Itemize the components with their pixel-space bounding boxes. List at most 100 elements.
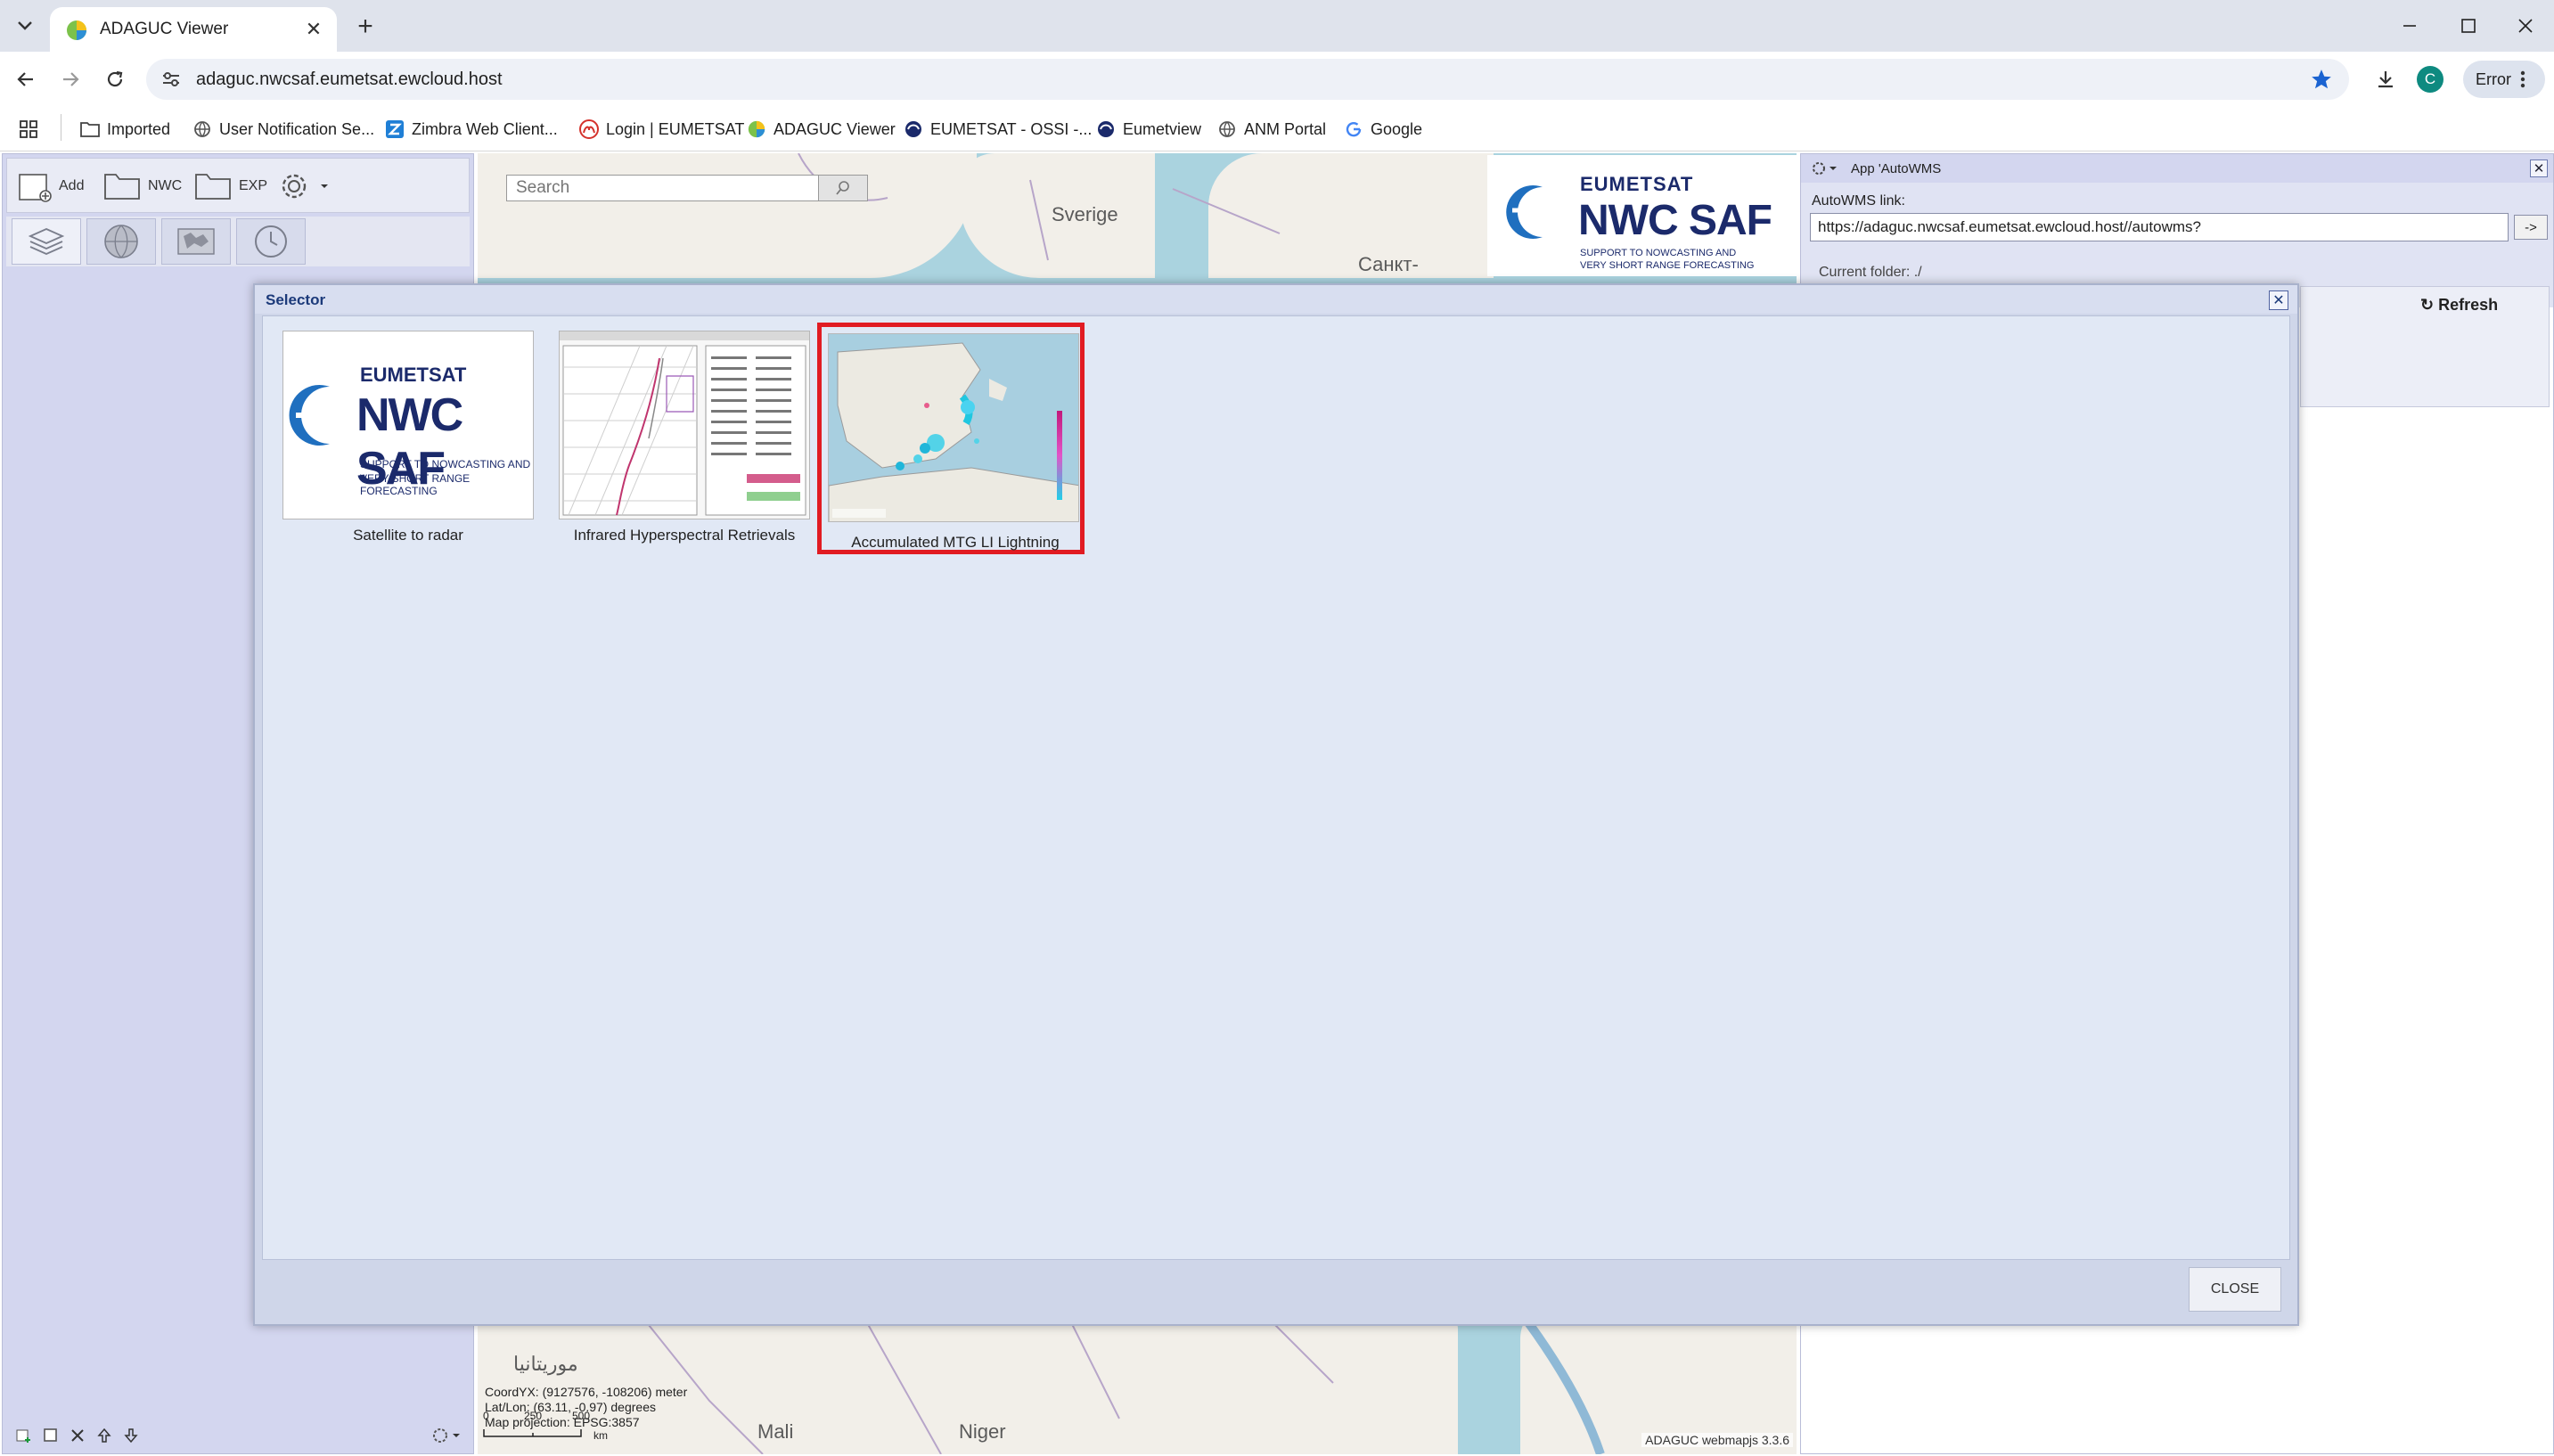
bookmarks-bar: Imported User Notification Se... Zimbra … [0, 107, 2554, 151]
google-icon [1344, 119, 1363, 139]
forward-button[interactable] [53, 62, 87, 96]
downloads-button[interactable] [2369, 62, 2403, 96]
refresh-button[interactable]: ↻ Refresh [2420, 296, 2498, 315]
selector-item-infrared-hyperspectral[interactable]: Infrared Hyperspectral Retrievals [555, 327, 814, 546]
address-bar[interactable]: adaguc.nwcsaf.eumetsat.ewcloud.host [146, 59, 2349, 100]
bookmark-star-icon[interactable] [2310, 68, 2333, 91]
nwcsaf-logo: EUMETSAT NWC SAF SUPPORT TO NOWCASTING A… [1487, 155, 1797, 276]
map-label-mauritania: موريتانيا [513, 1353, 578, 1375]
logo-tagline-2: VERY SHORT RANGE FORECASTING [1580, 260, 1755, 271]
bookmark-anm-portal[interactable]: ANM Portal [1217, 116, 1326, 143]
bookmark-eumetview[interactable]: Eumetview [1096, 116, 1201, 143]
delete-layer-button[interactable] [67, 1425, 88, 1446]
selector-item-caption: Infrared Hyperspectral Retrievals [573, 527, 796, 544]
tab-layers[interactable] [12, 218, 81, 265]
layers-icon [29, 228, 64, 255]
site-settings-icon[interactable] [160, 69, 182, 90]
autowms-link-input[interactable]: https://adaguc.nwcsaf.eumetsat.ewcloud.h… [1810, 213, 2509, 241]
lightning-map-thumbnail [828, 333, 1079, 522]
maximize-button[interactable] [2443, 9, 2493, 43]
map-label-mali: Mali [757, 1420, 794, 1443]
thumb-logo-org: EUMETSAT [360, 364, 467, 386]
bookmark-zimbra[interactable]: Zimbra Web Client... [385, 116, 558, 143]
apps-grid-icon [20, 120, 37, 138]
duplicate-icon [44, 1428, 57, 1442]
bookmark-label: Login | EUMETSAT [606, 119, 745, 138]
map-search-input[interactable] [506, 175, 827, 201]
back-button[interactable] [9, 62, 43, 96]
minimize-button[interactable] [2385, 9, 2435, 43]
arrow-up-icon [97, 1427, 111, 1443]
bookmark-login-eumetsat[interactable]: Login | EUMETSAT [579, 116, 744, 143]
selector-close-button[interactable]: CLOSE [2189, 1267, 2281, 1312]
bookmark-label: Google [1371, 119, 1423, 138]
bookmark-adaguc-viewer[interactable]: ADAGUC Viewer [747, 116, 896, 143]
add-layer-button[interactable] [13, 1425, 35, 1446]
new-tab-button[interactable]: + [349, 11, 381, 43]
logo-tagline-1: SUPPORT TO NOWCASTING AND [1580, 248, 1737, 258]
folder-icon [195, 174, 231, 200]
scale-250: 250 [524, 1410, 543, 1422]
tab-time[interactable] [236, 218, 306, 265]
move-layer-down-button[interactable] [120, 1425, 142, 1446]
autowms-link-label: AutoWMS link: [1812, 193, 1905, 209]
nwc-button[interactable]: NWC [103, 166, 182, 207]
error-menu-button[interactable]: Error [2463, 61, 2545, 98]
bookmark-imported[interactable]: Imported [80, 116, 170, 143]
scale-unit: km [593, 1429, 608, 1442]
coord-yx: CoordYX: (9127576, -108206) meter [485, 1385, 688, 1399]
minimize-icon [2403, 25, 2416, 27]
more-vert-icon [2520, 70, 2525, 88]
tab-map-features[interactable] [161, 218, 231, 265]
logo-org: EUMETSAT [1580, 173, 1694, 195]
eumetsat-icon [904, 119, 923, 139]
left-tabs [6, 217, 470, 266]
add-button[interactable]: Add [18, 166, 84, 207]
settings-button[interactable] [274, 166, 335, 207]
add-layer-icon [19, 174, 52, 202]
tab-basemap[interactable] [86, 218, 156, 265]
duplicate-layer-button[interactable] [40, 1425, 61, 1446]
current-folder: Current folder: ./ [1819, 265, 1922, 280]
selector-item-caption: Accumulated MTG LI Lightning [851, 534, 1060, 551]
tab-search-button[interactable] [9, 9, 41, 43]
tab-close-icon[interactable]: ✕ [301, 17, 326, 42]
bookmark-google[interactable]: Google [1344, 116, 1422, 143]
map-search-button[interactable] [818, 175, 868, 201]
bookmark-eumetsat-ossi[interactable]: EUMETSAT - OSSI -... [904, 116, 1092, 143]
browser-toolbar: adaguc.nwcsaf.eumetsat.ewcloud.host [0, 52, 2554, 107]
adaguc-favicon-icon [67, 20, 86, 40]
reload-button[interactable] [98, 62, 132, 96]
selector-dialog: Selector ✕ EUMETSAT NWC SAF SUPPORT TO N… [253, 283, 2299, 1326]
exp-button[interactable]: EXP [194, 166, 267, 207]
bookmark-label: ANM Portal [1244, 119, 1327, 138]
globe-icon [1217, 119, 1237, 139]
selector-item-satellite-to-radar[interactable]: EUMETSAT NWC SAF SUPPORT TO NOWCASTING A… [279, 327, 537, 546]
autowms-go-button[interactable]: -> [2514, 215, 2548, 240]
selector-content: EUMETSAT NWC SAF SUPPORT TO NOWCASTING A… [262, 315, 2290, 1260]
apps-button[interactable] [20, 116, 37, 143]
gear-icon[interactable] [1810, 160, 1846, 177]
bookmark-label: Imported [107, 119, 171, 138]
scale-500: 500 [572, 1410, 591, 1422]
nwc-label: NWC [148, 178, 183, 193]
layer-settings-button[interactable] [429, 1425, 464, 1446]
bookmark-user-notification[interactable]: User Notification Se... [192, 116, 374, 143]
close-window-button[interactable] [2501, 9, 2550, 43]
map-label-niger: Niger [959, 1420, 1006, 1443]
selector-close-icon[interactable]: ✕ [2269, 290, 2288, 310]
arrow-down-icon [124, 1428, 138, 1444]
browser-tab[interactable]: ADAGUC Viewer ✕ [50, 7, 337, 52]
bookmark-label: EUMETSAT - OSSI -... [930, 119, 1093, 138]
selector-header: Selector ✕ [255, 285, 2297, 314]
selector-item-mtg-li-lightning[interactable]: Accumulated MTG LI Lightning [817, 323, 1085, 554]
move-layer-up-button[interactable] [94, 1425, 115, 1446]
folder-icon [104, 174, 140, 200]
profile-avatar[interactable]: C [2417, 66, 2443, 93]
add-label: Add [59, 178, 85, 193]
close-icon [2518, 19, 2533, 33]
search-icon [836, 181, 849, 195]
autowms-close-icon[interactable]: ✕ [2530, 160, 2548, 177]
thumb-logo-tagline-1: SUPPORT TO NOWCASTING AND [360, 458, 531, 470]
selector-title: Selector [266, 291, 326, 308]
